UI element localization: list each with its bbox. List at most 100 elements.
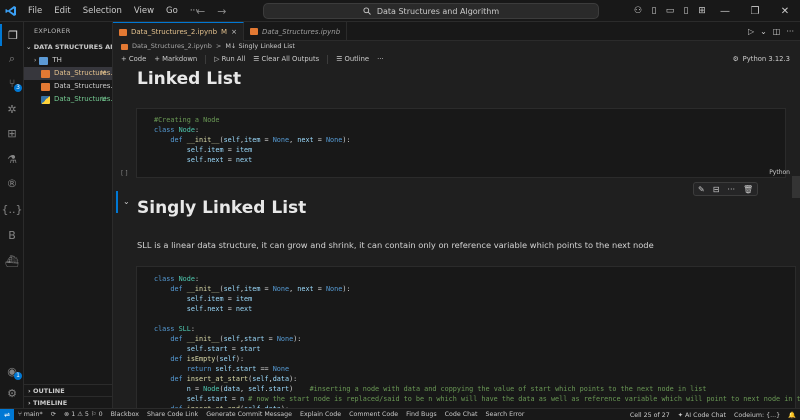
menu-view[interactable]: View [128,0,160,22]
edit-cell-icon[interactable]: ✎ [698,185,705,194]
tree-item-th[interactable]: › TH [24,54,112,67]
sync-icon[interactable]: ⟳ [47,411,60,418]
docker-icon[interactable]: ⛴ [0,250,24,272]
blackbox-icon[interactable]: B [0,224,24,246]
run-by-line-icon[interactable]: ▷ [748,27,754,36]
problems-status[interactable]: ⊗ 1 ⚠ 5 ⚐ 0 [60,411,107,418]
timeline-label: TIMELINE [32,399,68,407]
copilot-icon[interactable]: ⚇ [630,0,646,22]
outline-section[interactable]: › OUTLINE [24,384,112,396]
ai-code-chat[interactable]: ✦ AI Code Chat [674,412,730,419]
source-control-icon[interactable]: ⑂ 3 [0,72,24,94]
cell-language[interactable]: Python [769,169,790,176]
timeline-section[interactable]: › TIMELINE [24,396,112,408]
minimize-button[interactable]: — [710,0,740,22]
tab-data-structures-2[interactable]: Data_Structures_2.ipynb M × [113,22,244,41]
code-cell-sll[interactable]: class Node: def __init__(self,item = Non… [136,266,800,408]
add-code-button[interactable]: + Code [121,55,146,63]
cell-more-icon[interactable]: ··· [727,185,735,194]
testing-icon[interactable]: ⚗ [0,148,24,170]
remote-icon[interactable]: ⇌ [0,408,14,420]
json-icon[interactable]: {..} [0,198,24,220]
status-code-chat[interactable]: Code Chat [441,411,482,418]
status-share-code-link[interactable]: Share Code Link [143,411,202,418]
account-icon[interactable]: ◉ 1 [0,360,24,382]
close-tab-icon[interactable]: × [231,28,237,36]
notebook-icon [249,28,258,35]
extensions-icon[interactable]: ⊞ [0,122,24,144]
python-file-icon [41,95,50,104]
source-control-badge: 3 [14,84,22,92]
menu-bar: File Edit Selection View Go ··· [22,0,204,22]
breadcrumb-section[interactable]: M↓ Singly Linked List [225,41,295,52]
code-content: #Creating a Node class Node: def __init_… [154,116,351,164]
command-center-search[interactable]: Data Structures and Algorithm [263,3,599,19]
cell-position[interactable]: Cell 25 of 27 [626,412,674,419]
close-window-button[interactable]: ✕ [770,0,800,22]
toggle-sidebar-icon[interactable]: ▯ [646,0,662,22]
toggle-secondary-sidebar-icon[interactable]: ▯ [678,0,694,22]
workspace-folder[interactable]: ⌄ DATA STRUCTURES AND A... [24,40,112,54]
editor-scrollbar[interactable] [792,66,800,408]
run-dropdown-icon[interactable]: ⌄ [760,27,767,36]
menu-file[interactable]: File [22,0,48,22]
collapse-section-icon[interactable]: ⌄ [123,197,130,206]
codeium-status[interactable]: Codeium: {...} [730,412,784,419]
notebook-icon [119,28,127,36]
forward-arrow-icon[interactable]: → [217,5,226,18]
toolbar-more-icon[interactable]: ··· [377,55,383,63]
notebook-icon [121,43,128,50]
menu-selection[interactable]: Selection [77,0,128,22]
tree-item-notebook-1[interactable]: Data_Structures.ipy... [24,80,112,93]
notebook-icon [41,82,50,91]
settings-gear-icon[interactable]: ⚙ [0,382,24,404]
customize-layout-icon[interactable]: ⊞ [694,0,710,22]
run-all-button[interactable]: ▷ Run All [214,55,245,63]
tree-item-python[interactable]: Data_Structures... U [24,93,112,106]
activity-bar: ❐ ⌕ ⑂ 3 ✲ ⊞ ⚗ ® {..} B ⛴ ◉ 1 ⚙ [0,22,24,408]
notebook-editor[interactable]: Linked List #Creating a Node class Node:… [113,66,800,408]
add-markdown-button[interactable]: + Markdown [154,55,197,63]
code-comment: #inserting a node with data and coppying… [309,385,707,393]
status-comment-code[interactable]: Comment Code [345,411,402,418]
heading-linked-list: Linked List [137,69,242,89]
back-arrow-icon[interactable]: ← [196,5,205,18]
notifications-bell-icon[interactable]: 🔔 [784,411,800,419]
status-blackbox[interactable]: Blackbox [107,411,143,418]
split-cell-icon[interactable]: ⊟ [713,185,720,194]
branch-label: main* [23,411,43,418]
menu-edit[interactable]: Edit [48,0,76,22]
kernel-picker[interactable]: ⚙ Python 3.12.3 [733,52,790,66]
search-activity-icon[interactable]: ⌕ [0,48,24,70]
delete-cell-icon[interactable]: 🗑 [743,185,753,194]
status-search-error[interactable]: Search Error [481,411,528,418]
outline-button[interactable]: ☰ Outline [336,55,369,63]
status-explain-code[interactable]: Explain Code [296,411,345,418]
toggle-panel-icon[interactable]: ▭ [662,0,678,22]
scrollbar-thumb[interactable] [792,176,800,198]
run-debug-icon[interactable]: ✲ [0,98,24,120]
more-actions-icon[interactable]: ··· [786,27,794,36]
tree-item-label: TH [52,56,62,64]
modified-status: M [100,69,106,77]
folder-icon [39,56,49,65]
execution-count: [ ] [121,170,128,177]
restore-button[interactable]: ❐ [740,0,770,22]
menu-go[interactable]: Go [160,0,184,22]
code-cell-create-node[interactable]: #Creating a Node class Node: def __init_… [136,108,786,178]
remote-explorer-icon[interactable]: ® [0,172,24,194]
workspace-folder-label: DATA STRUCTURES AND A... [33,43,112,51]
split-editor-icon[interactable]: ◫ [773,27,781,36]
code-comment: #Creating a Node [154,116,220,124]
tab-data-structures[interactable]: Data_Structures.ipynb [244,22,348,41]
breadcrumb-separator: > [215,42,222,50]
status-generate-commit[interactable]: Generate Commit Message [202,411,296,418]
breadcrumb-file[interactable]: Data_Structures_2.ipynb [132,41,212,52]
clear-outputs-button[interactable]: ☰ Clear All Outputs [253,55,319,63]
explorer-icon[interactable]: ❐ [0,24,24,46]
explorer-sidebar: EXPLORER ⌄ DATA STRUCTURES AND A... › TH… [24,22,113,408]
tree-item-notebook-2[interactable]: Data_Structures... M [24,67,112,80]
branch-status[interactable]: ⑂ main* [14,411,47,418]
status-find-bugs[interactable]: Find Bugs [402,411,441,418]
run-all-label: Run All [221,55,246,63]
